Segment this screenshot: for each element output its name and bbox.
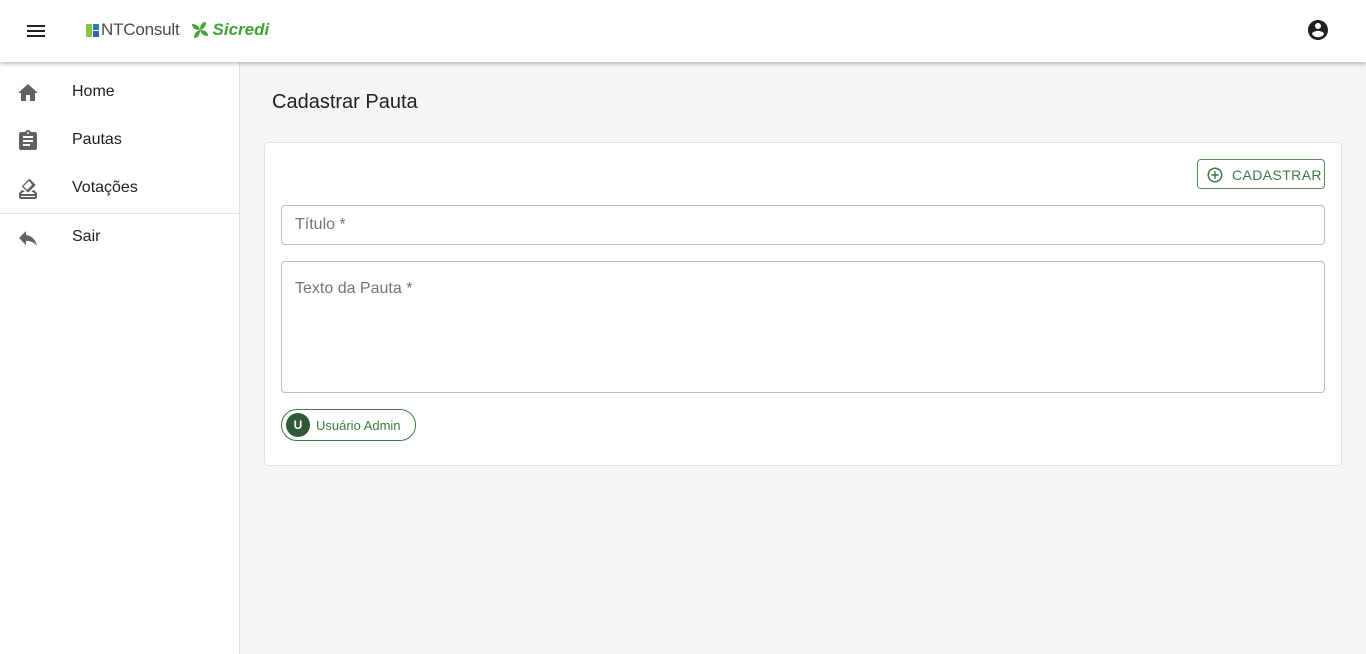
nav-item-label: Sair (72, 228, 101, 245)
nav-item-pautas[interactable]: Pautas (0, 117, 239, 165)
titulo-input[interactable] (282, 206, 1324, 244)
sicredi-brand: Sicredi (212, 20, 270, 39)
texto-pauta-field (281, 261, 1325, 393)
pauta-form-card: CADASTRAR U Usuário Admin (264, 142, 1342, 466)
texto-pauta-textarea[interactable] (282, 262, 1324, 392)
page-title: Cadastrar Pauta (272, 91, 418, 113)
add-circle-outline-icon (1207, 167, 1223, 183)
user-chip-label: Usuário Admin (316, 418, 401, 433)
side-drawer: Home Pautas Votações Sair (0, 62, 240, 654)
account-button[interactable] (1300, 12, 1336, 48)
how-to-vote-icon (19, 178, 37, 199)
cadastrar-button[interactable]: CADASTRAR (1197, 159, 1325, 189)
user-avatar: U (286, 413, 310, 437)
nav-item-label: Votações (72, 179, 138, 196)
nav-item-votacoes[interactable]: Votações (0, 165, 239, 213)
nav-item-label: Home (72, 83, 115, 100)
account-circle-icon (1308, 20, 1328, 40)
menu-button[interactable] (18, 13, 54, 49)
nav-item-label: Pautas (72, 131, 122, 148)
assignment-icon (19, 130, 37, 150)
cadastrar-button-label: CADASTRAR (1232, 167, 1322, 183)
titulo-field (281, 205, 1325, 245)
reply-icon (19, 231, 37, 246)
ntconsult-brand: NTConsult (101, 20, 180, 39)
sicredi-logo-mark (191, 22, 208, 38)
nav-item-home[interactable]: Home (0, 69, 239, 117)
app-logo: NTConsult Sicredi (86, 19, 269, 41)
user-chip[interactable]: U Usuário Admin (281, 409, 416, 441)
menu-icon (27, 25, 45, 37)
ntconsult-logo-mark (86, 23, 99, 37)
app-bar: NTConsult Sicredi (0, 0, 1366, 62)
home-icon (18, 84, 38, 101)
nav-item-sair[interactable]: Sair (0, 214, 239, 262)
